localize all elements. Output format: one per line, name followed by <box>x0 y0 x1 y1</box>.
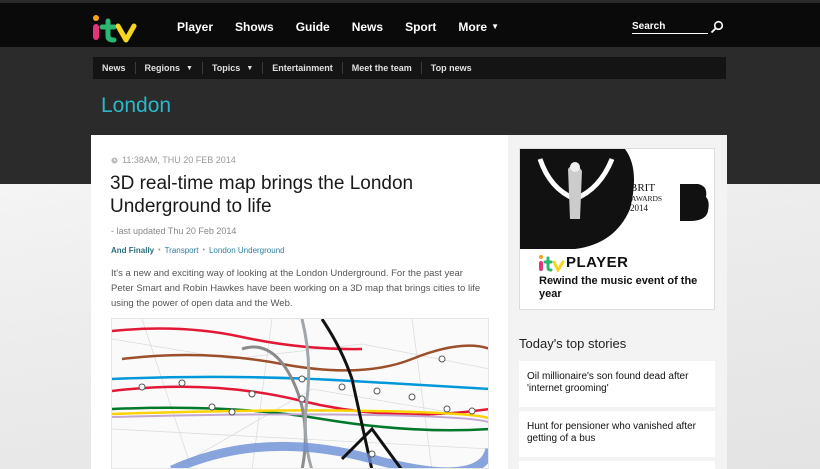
subnav-topics[interactable]: Topics ▼ <box>203 62 264 74</box>
itv-logo-small <box>539 255 565 272</box>
advert-tagline: Rewind the music event of the year <box>539 275 698 300</box>
underground-map-image <box>111 318 489 469</box>
article-tags: And Finally • Transport • London Undergr… <box>111 246 285 255</box>
clock-icon <box>111 156 118 164</box>
story-link[interactable]: Oil millionaire's son found dead after '… <box>519 361 715 407</box>
top-stories-heading: Today's top stories <box>519 336 627 351</box>
last-updated: - last updated Thu 20 Feb 2014 <box>111 226 237 236</box>
subnav-top-news[interactable]: Top news <box>422 62 481 74</box>
nav-guide[interactable]: Guide <box>296 20 330 34</box>
article-headline: 3D real-time map brings the London Under… <box>110 173 414 217</box>
subnav-entertainment[interactable]: Entertainment <box>263 62 343 74</box>
subnav-regions[interactable]: Regions ▼ <box>136 62 203 74</box>
chevron-down-icon: ▼ <box>246 64 254 72</box>
sub-navigation: News Regions ▼ Topics ▼ Entertainment Meet the… <box>93 57 726 79</box>
itv-logo[interactable] <box>92 14 146 44</box>
awards-text: AWARDS <box>631 194 663 203</box>
nav-label: Player <box>177 19 214 34</box>
advert-image: BRIT AWARDS 2014 <box>520 149 714 249</box>
subnav-label: Topics <box>211 63 241 73</box>
nav-player[interactable]: Player <box>177 20 213 34</box>
brit-text: BRIT <box>630 182 656 194</box>
subnav-label: Entertainment <box>272 63 333 73</box>
sidebar: BRIT AWARDS 2014 PLAYER Rewind the music… <box>508 135 727 469</box>
article-intro: It's a new and exciting way of looking a… <box>111 268 481 309</box>
chevron-down-icon: ▼ <box>186 64 193 72</box>
subnav-label: Top news <box>430 63 472 73</box>
tag-separator: • <box>158 247 161 254</box>
timestamp-text: 11:38AM, THU 20 FEB 2014 <box>122 155 236 165</box>
region-title: London <box>101 94 172 117</box>
article-card: 11:38AM, THU 20 FEB 2014 3D real-time ma… <box>91 135 508 469</box>
tag-london-underground[interactable]: London Underground <box>209 246 285 255</box>
main-nav: Player Shows Guide News Sport More ▼ <box>177 3 521 50</box>
map-illustration <box>112 319 488 468</box>
tag-separator: • <box>202 247 205 254</box>
brit-awards-advert[interactable]: BRIT AWARDS 2014 PLAYER Rewind the music… <box>519 148 715 310</box>
nav-label: News <box>351 19 384 34</box>
brit-statue-graphic <box>520 149 709 249</box>
nav-label: Guide <box>295 19 330 34</box>
search-icon[interactable] <box>710 20 724 34</box>
subnav-label: Meet the team <box>351 63 412 73</box>
year-text: 2014 <box>630 203 648 213</box>
subnav-news[interactable]: News <box>93 62 136 74</box>
tag-and-finally[interactable]: And Finally <box>111 246 154 255</box>
chevron-down-icon: ▼ <box>491 22 500 31</box>
search-box[interactable]: Search <box>632 19 724 39</box>
nav-label: Sport <box>405 19 437 34</box>
story-link-partial[interactable] <box>519 461 715 469</box>
top-navigation-bar: Player Shows Guide News Sport More ▼ Search <box>0 0 820 47</box>
article-timestamp: 11:38AM, THU 20 FEB 2014 <box>111 155 236 165</box>
story-link[interactable]: Hunt for pensioner who vanished after ge… <box>519 411 715 457</box>
search-label[interactable]: Search <box>632 21 708 34</box>
nav-sport[interactable]: Sport <box>405 20 436 34</box>
subnav-meet-the-team[interactable]: Meet the team <box>343 62 422 74</box>
nav-shows[interactable]: Shows <box>235 20 274 34</box>
player-text: PLAYER <box>566 254 629 271</box>
nav-label: More <box>458 19 488 34</box>
nav-more[interactable]: More ▼ <box>458 20 499 34</box>
nav-label: Shows <box>235 19 274 34</box>
tag-transport[interactable]: Transport <box>165 246 199 255</box>
nav-news[interactable]: News <box>352 20 383 34</box>
subnav-label: Regions <box>144 63 181 73</box>
subnav-label: News <box>102 63 126 73</box>
